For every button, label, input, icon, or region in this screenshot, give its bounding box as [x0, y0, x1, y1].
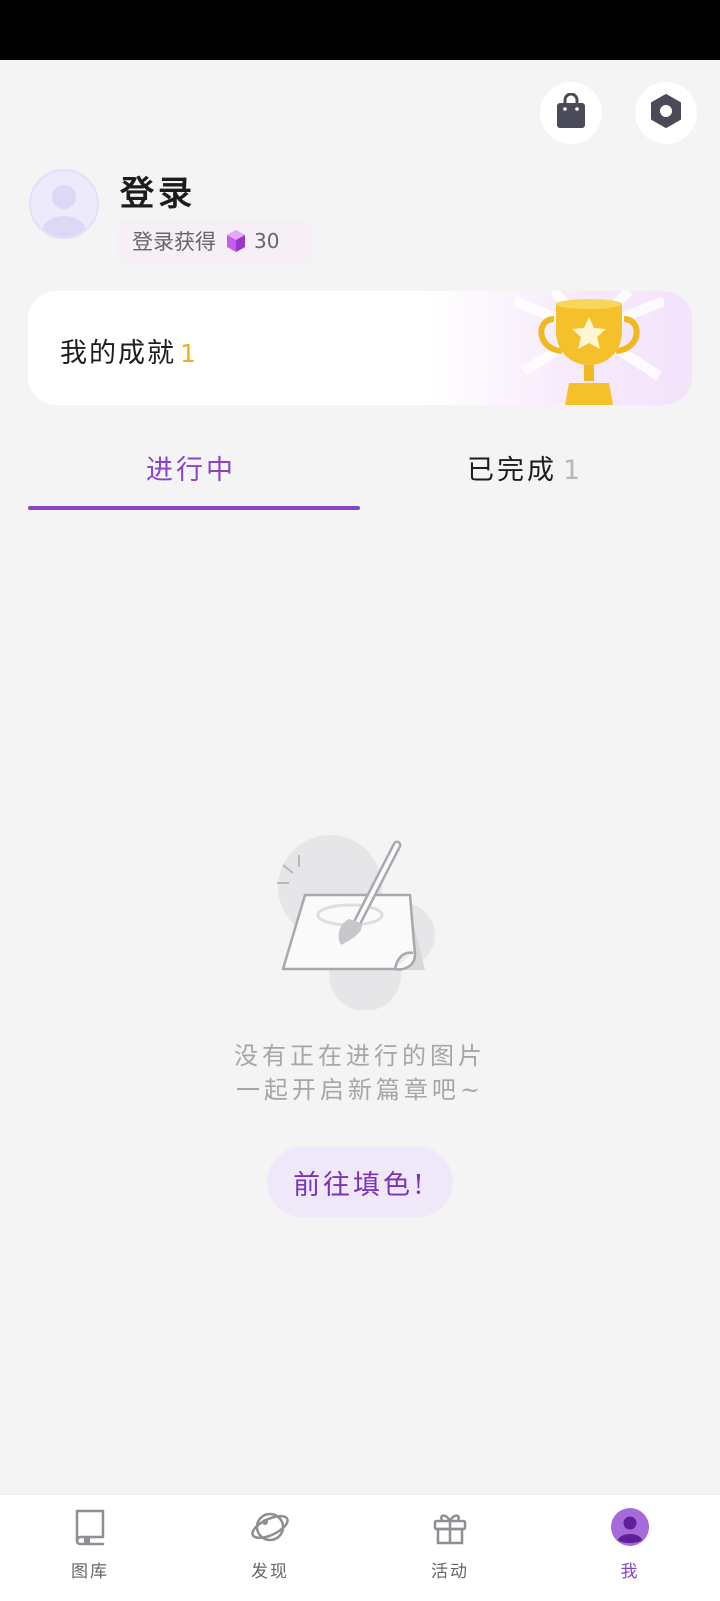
gallery-book-icon — [70, 1507, 110, 1547]
shopping-bag-icon — [555, 92, 587, 133]
bottom-nav: 图库 发现 活动 我 — [0, 1494, 720, 1601]
nav-activity[interactable]: 活动 — [360, 1495, 540, 1601]
nav-discover[interactable]: 发现 — [180, 1495, 360, 1601]
login-reward-badge: 登录获得 30 — [118, 219, 312, 263]
hexagon-settings-icon — [648, 93, 684, 133]
nav-me[interactable]: 我 — [540, 1495, 720, 1601]
settings-button[interactable] — [635, 82, 697, 144]
login-link[interactable]: 登录 — [120, 166, 196, 215]
status-bar — [0, 0, 720, 60]
empty-message: 没有正在进行的图片 — [234, 1042, 486, 1070]
reward-amount: 30 — [254, 229, 280, 253]
tab-in-progress[interactable]: 进行中 — [146, 448, 236, 487]
active-tab-indicator — [28, 506, 360, 510]
avatar[interactable] — [29, 169, 99, 239]
achievement-label: 我的成就 1 — [60, 338, 198, 369]
purple-gem-icon — [226, 229, 246, 253]
reward-text: 登录获得 — [132, 230, 216, 254]
planet-icon — [250, 1507, 290, 1547]
trophy-icon — [512, 291, 666, 405]
achievement-card[interactable]: 我的成就 1 — [28, 291, 692, 405]
gift-icon — [430, 1507, 470, 1547]
empty-subtitle: 一起开启新篇章吧~ — [235, 1076, 485, 1104]
completed-count: 1 — [563, 455, 584, 486]
nav-gallery[interactable]: 图库 — [0, 1495, 180, 1601]
go-color-button[interactable]: 前往填色! — [267, 1147, 453, 1217]
tab-completed[interactable]: 已完成 1 — [467, 448, 583, 487]
achievement-count: 1 — [180, 339, 198, 368]
paper-brush-icon — [265, 835, 455, 1014]
shop-button[interactable] — [540, 82, 602, 144]
user-icon — [610, 1507, 650, 1547]
